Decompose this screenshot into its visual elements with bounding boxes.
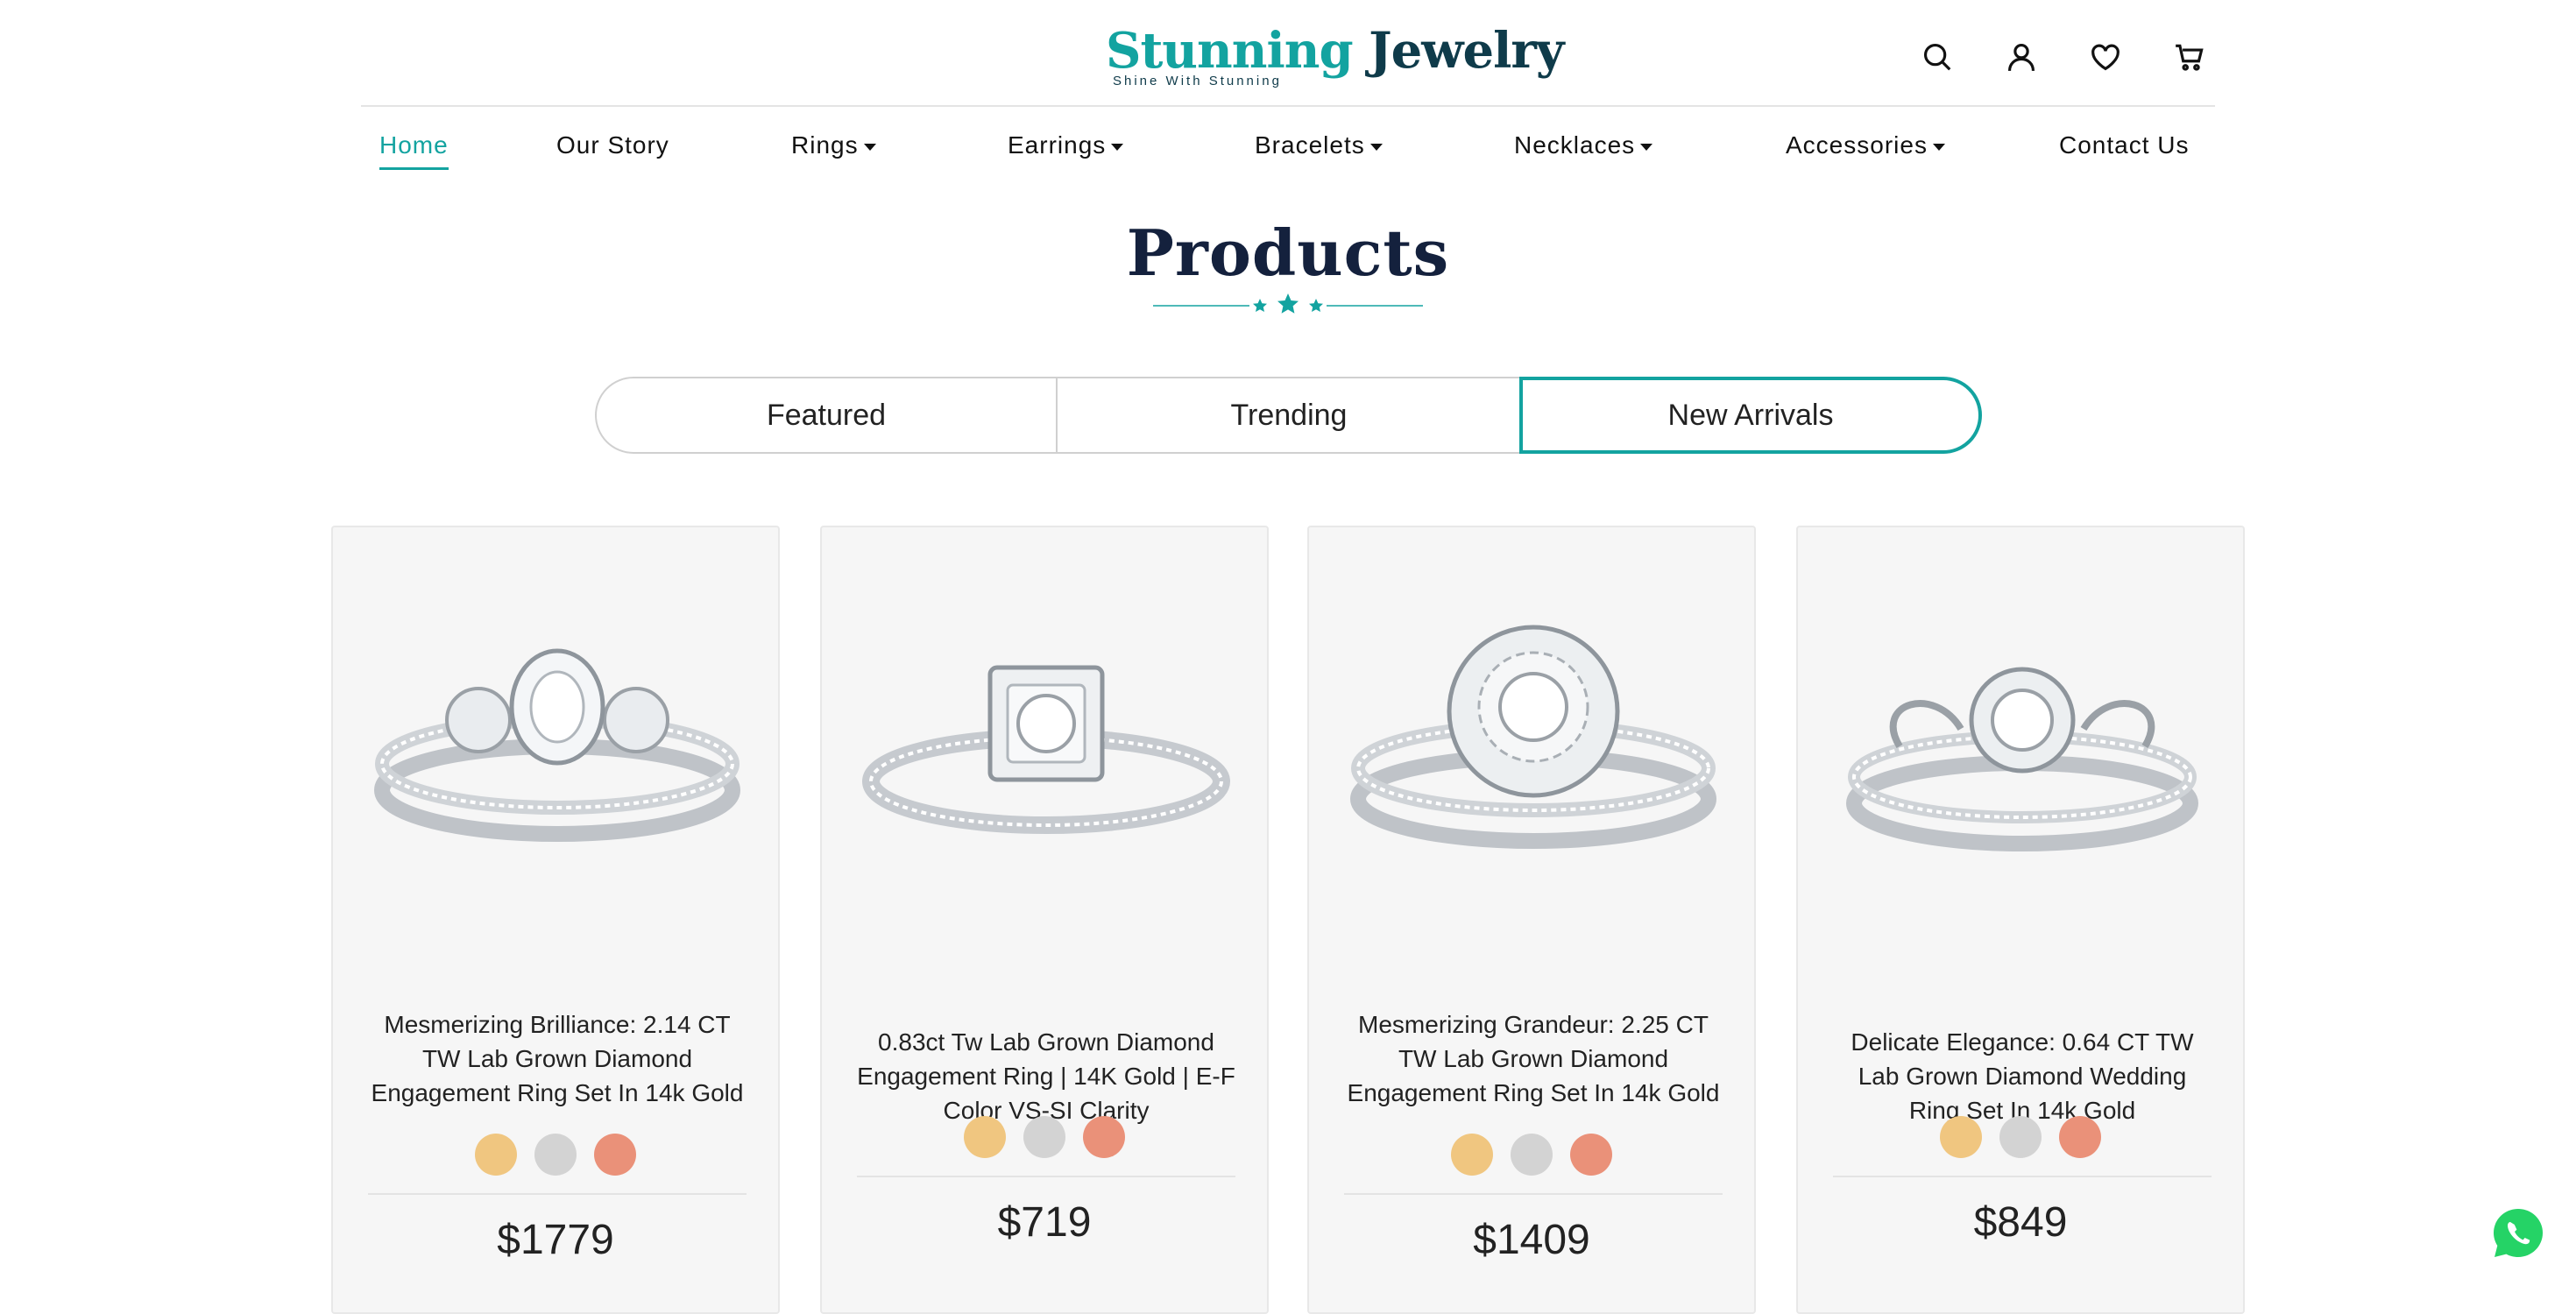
main-nav: Home Our Story Rings Earrings Bracelets … (0, 131, 2576, 175)
caret-down-icon (1640, 143, 1653, 151)
ring-image[interactable] (373, 615, 741, 878)
swatch-rose-gold[interactable] (1570, 1134, 1612, 1176)
product-price: $719 (997, 1199, 1092, 1246)
color-swatches (1309, 1134, 1754, 1176)
swatch-yellow-gold[interactable] (964, 1116, 1006, 1158)
heart-icon[interactable] (2089, 40, 2122, 74)
product-price: $1779 (497, 1217, 614, 1263)
product-card[interactable]: 0.83ct Tw Lab Grown Diamond Engagement R… (820, 526, 1269, 1314)
ring-image[interactable] (1838, 615, 2206, 878)
product-title[interactable]: Mesmerizing Grandeur: 2.25 CT TW Lab Gro… (1344, 1007, 1723, 1110)
card-divider (857, 1176, 1235, 1177)
nav-item-home[interactable]: Home (379, 131, 449, 170)
swatch-white-gold[interactable] (534, 1134, 577, 1176)
product-tabs: Featured Trending New Arrivals (595, 377, 1981, 454)
product-title[interactable]: 0.83ct Tw Lab Grown Diamond Engagement R… (857, 1025, 1235, 1127)
caret-down-icon (1932, 143, 1945, 151)
color-swatches (333, 1134, 778, 1176)
swatch-white-gold[interactable] (1023, 1116, 1065, 1158)
tab-trending[interactable]: Trending (1056, 378, 1520, 452)
cart-icon[interactable] (2173, 40, 2206, 74)
nav-item-label: Our Story (556, 131, 669, 159)
nav-item-label: Earrings (1008, 131, 1107, 159)
nav-item-accessories[interactable]: Accessories (1786, 131, 1945, 159)
color-swatches (822, 1116, 1267, 1158)
header-divider (361, 105, 2215, 107)
product-card[interactable]: Mesmerizing Brilliance: 2.14 CT TW Lab G… (331, 526, 780, 1314)
ring-image[interactable] (1349, 615, 1717, 878)
tab-new-arrivals[interactable]: New Arrivals (1520, 378, 1981, 452)
caret-down-icon (1111, 143, 1124, 151)
card-divider (368, 1193, 747, 1195)
swatch-rose-gold[interactable] (1083, 1116, 1125, 1158)
swatch-yellow-gold[interactable] (475, 1134, 517, 1176)
stars-divider-icon (1153, 293, 1423, 314)
color-swatches (1798, 1116, 2243, 1158)
swatch-rose-gold[interactable] (2059, 1116, 2101, 1158)
brand-logo[interactable]: Stunning Jewelry Shine With Stunning (1106, 22, 1564, 93)
nav-item-label: Bracelets (1255, 131, 1365, 159)
nav-item-necklaces[interactable]: Necklaces (1514, 131, 1653, 159)
nav-item-rings[interactable]: Rings (791, 131, 876, 159)
brand-tagline: Shine With Stunning (1113, 74, 1282, 88)
swatch-yellow-gold[interactable] (1940, 1116, 1982, 1158)
whatsapp-icon[interactable] (2490, 1205, 2546, 1261)
nav-item-earrings[interactable]: Earrings (1008, 131, 1124, 159)
caret-down-icon (1369, 143, 1383, 151)
swatch-white-gold[interactable] (1999, 1116, 2042, 1158)
nav-item-bracelets[interactable]: Bracelets (1255, 131, 1383, 159)
nav-item-label: Contact Us (2059, 131, 2190, 159)
swatch-white-gold[interactable] (1511, 1134, 1553, 1176)
nav-item-label: Rings (791, 131, 859, 159)
card-divider (1344, 1193, 1723, 1195)
product-card[interactable]: Delicate Elegance: 0.64 CT TW Lab Grown … (1796, 526, 2245, 1314)
section-title: Products (1126, 215, 1450, 290)
caret-down-icon (863, 143, 876, 151)
swatch-yellow-gold[interactable] (1451, 1134, 1493, 1176)
product-title[interactable]: Mesmerizing Brilliance: 2.14 CT TW Lab G… (368, 1007, 747, 1110)
tab-featured[interactable]: Featured (597, 378, 1056, 452)
nav-item-contact-us[interactable]: Contact Us (2059, 131, 2190, 159)
nav-item-our-story[interactable]: Our Story (556, 131, 669, 159)
product-price: $1409 (1473, 1217, 1590, 1263)
product-card[interactable]: Mesmerizing Grandeur: 2.25 CT TW Lab Gro… (1307, 526, 1756, 1314)
search-icon[interactable] (1921, 40, 1954, 74)
brand-name: Stunning Jewelry (1106, 22, 1564, 80)
user-icon[interactable] (2005, 40, 2038, 74)
card-divider (1833, 1176, 2212, 1177)
ring-image[interactable] (862, 615, 1230, 878)
product-title[interactable]: Delicate Elegance: 0.64 CT TW Lab Grown … (1833, 1025, 2212, 1127)
nav-item-label: Home (379, 131, 449, 159)
brand-name-part1: Stunning (1106, 22, 1354, 80)
product-price: $849 (1973, 1199, 2068, 1246)
nav-item-label: Necklaces (1514, 131, 1636, 159)
nav-item-label: Accessories (1786, 131, 1928, 159)
header-icons (1921, 40, 2206, 74)
swatch-rose-gold[interactable] (594, 1134, 636, 1176)
brand-name-part2: Jewelry (1369, 22, 1564, 80)
